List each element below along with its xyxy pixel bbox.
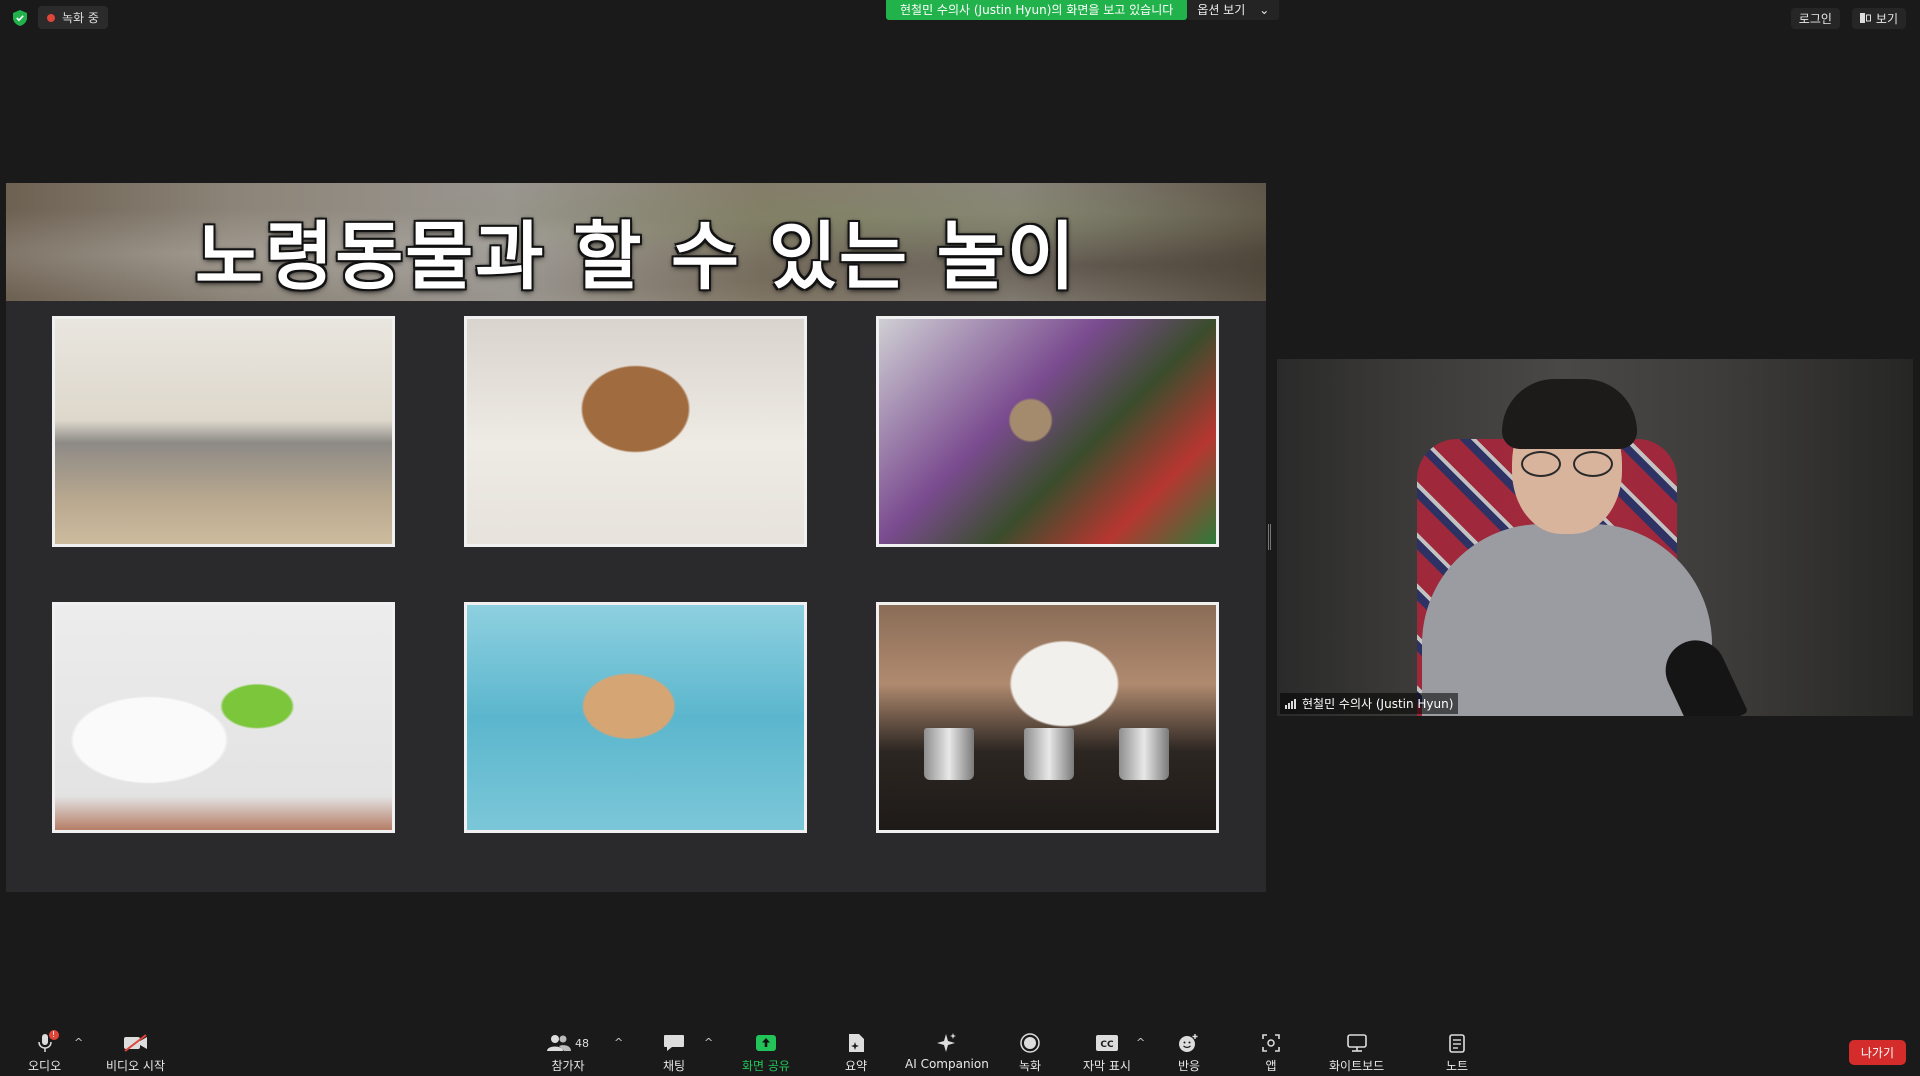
split-view-drag-handle[interactable]	[1268, 524, 1271, 550]
participants-label: 참가자	[551, 1059, 585, 1073]
video-off-icon	[123, 1032, 149, 1054]
summary-button[interactable]: 요약	[845, 1032, 867, 1074]
apps-icon	[1262, 1032, 1280, 1054]
participant-name: 현철민 수의사 (Justin Hyun)	[1302, 697, 1454, 711]
leave-meeting-button[interactable]: 나가기	[1848, 1040, 1906, 1065]
start-video-button[interactable]: 비디오 시작	[106, 1032, 165, 1074]
apps-button[interactable]: 앱	[1262, 1032, 1280, 1074]
encryption-shield-icon[interactable]	[12, 9, 28, 27]
chat-button[interactable]: 채팅	[663, 1032, 685, 1074]
summary-label: 요약	[845, 1059, 868, 1073]
glasses-shape	[1521, 451, 1613, 479]
person-body-shape	[1422, 524, 1712, 716]
participants-button[interactable]: 48 참가자	[547, 1032, 589, 1074]
participants-count: 48	[575, 1036, 589, 1050]
recording-indicator[interactable]: 녹화 중	[38, 6, 108, 29]
participant-video-tile[interactable]: 현철민 수의사 (Justin Hyun)	[1277, 359, 1913, 716]
reactions-button[interactable]: 반응	[1178, 1032, 1200, 1074]
view-label: 보기	[1875, 12, 1898, 26]
recording-dot-icon	[47, 13, 55, 22]
audio-options-caret-icon[interactable]: ^	[74, 1036, 83, 1049]
share-screen-label: 화면 공유	[742, 1059, 790, 1073]
view-button[interactable]: 보기	[1851, 8, 1906, 29]
notes-label: 노트	[1446, 1059, 1469, 1073]
top-left-status: 녹화 중	[12, 6, 108, 29]
sparkle-icon	[936, 1032, 958, 1054]
login-label: 로그인	[1798, 12, 1832, 26]
share-screen-button[interactable]: 화면 공유	[742, 1032, 790, 1074]
puppy-tug-toy-photo	[52, 602, 395, 833]
whiteboard-label: 화이트보드	[1329, 1059, 1385, 1073]
slide-header-banner: 노령동물과 할 수 있는 놀이	[6, 183, 1266, 301]
notes-button[interactable]: 노트	[1446, 1032, 1468, 1074]
shared-screen-slide: 노령동물과 할 수 있는 놀이	[6, 183, 1266, 892]
cup-shape	[1119, 728, 1169, 780]
whiteboard-icon	[1346, 1032, 1368, 1054]
layout-view-icon	[1859, 12, 1871, 26]
cup-shape	[1024, 728, 1074, 780]
dog-swimming-photo	[464, 602, 807, 833]
cup-shape	[924, 728, 974, 780]
ai-companion-label: AI Companion	[905, 1057, 989, 1071]
captions-label: 자막 표시	[1083, 1059, 1131, 1073]
chat-label: 채팅	[663, 1059, 686, 1073]
dog-with-toys-photo	[876, 316, 1219, 547]
reactions-label: 반응	[1178, 1059, 1201, 1073]
chat-bubble-icon	[663, 1032, 685, 1054]
ai-companion-button[interactable]: AI Companion	[905, 1032, 989, 1071]
chevron-down-icon: ⌄	[1259, 3, 1270, 17]
share-screen-icon	[755, 1032, 777, 1054]
audio-button[interactable]: ! 오디오	[28, 1030, 62, 1074]
top-right-controls: 로그인 보기	[1790, 8, 1906, 29]
signal-strength-icon	[1285, 698, 1296, 709]
start-video-label: 비디오 시작	[106, 1059, 166, 1073]
dog-puzzle-toy-photo	[464, 316, 807, 547]
living-room-photo	[52, 316, 395, 547]
apps-label: 앱	[1265, 1059, 1277, 1073]
captions-button[interactable]: CC 자막 표시	[1083, 1032, 1131, 1074]
summary-document-icon	[847, 1032, 865, 1054]
screen-share-banner: 현철민 수의사 (Justin Hyun)의 화면을 보고 있습니다 옵션 보기…	[886, 0, 1280, 20]
svg-text:CC: CC	[1100, 1040, 1114, 1050]
captions-options-caret-icon[interactable]: ^	[1136, 1036, 1145, 1049]
audio-alert-badge: !	[48, 1030, 59, 1040]
record-button[interactable]: 녹화	[1019, 1032, 1041, 1074]
whiteboard-button[interactable]: 화이트보드	[1329, 1032, 1384, 1074]
slide-title: 노령동물과 할 수 있는 놀이	[195, 214, 1077, 300]
person-hair-shape	[1502, 379, 1637, 449]
smiley-plus-icon	[1178, 1032, 1200, 1054]
login-button[interactable]: 로그인	[1790, 8, 1840, 29]
notes-icon	[1449, 1032, 1465, 1054]
audio-label: 오디오	[28, 1059, 62, 1073]
view-options-label: 옵션 보기	[1197, 3, 1246, 17]
participant-name-tag: 현철민 수의사 (Justin Hyun)	[1280, 693, 1459, 714]
closed-captions-icon: CC	[1095, 1032, 1119, 1054]
recording-label: 녹화 중	[62, 11, 99, 25]
chat-options-caret-icon[interactable]: ^	[704, 1036, 713, 1049]
record-icon	[1020, 1032, 1040, 1054]
microphone-icon: !	[37, 1030, 59, 1054]
record-label: 녹화	[1019, 1059, 1042, 1073]
share-banner-text: 현철민 수의사 (Justin Hyun)의 화면을 보고 있습니다	[886, 0, 1188, 20]
participants-icon: 48	[547, 1032, 589, 1054]
meeting-toolbar: ! 오디오 ^ 비디오 시작 48 참가자 ^ 채팅 ^ 화면 공유 요약 AI…	[0, 1026, 1920, 1076]
view-options-button[interactable]: 옵션 보기 ⌄	[1187, 0, 1280, 20]
participants-options-caret-icon[interactable]: ^	[614, 1036, 623, 1049]
cat-cup-game-photo	[876, 602, 1219, 833]
